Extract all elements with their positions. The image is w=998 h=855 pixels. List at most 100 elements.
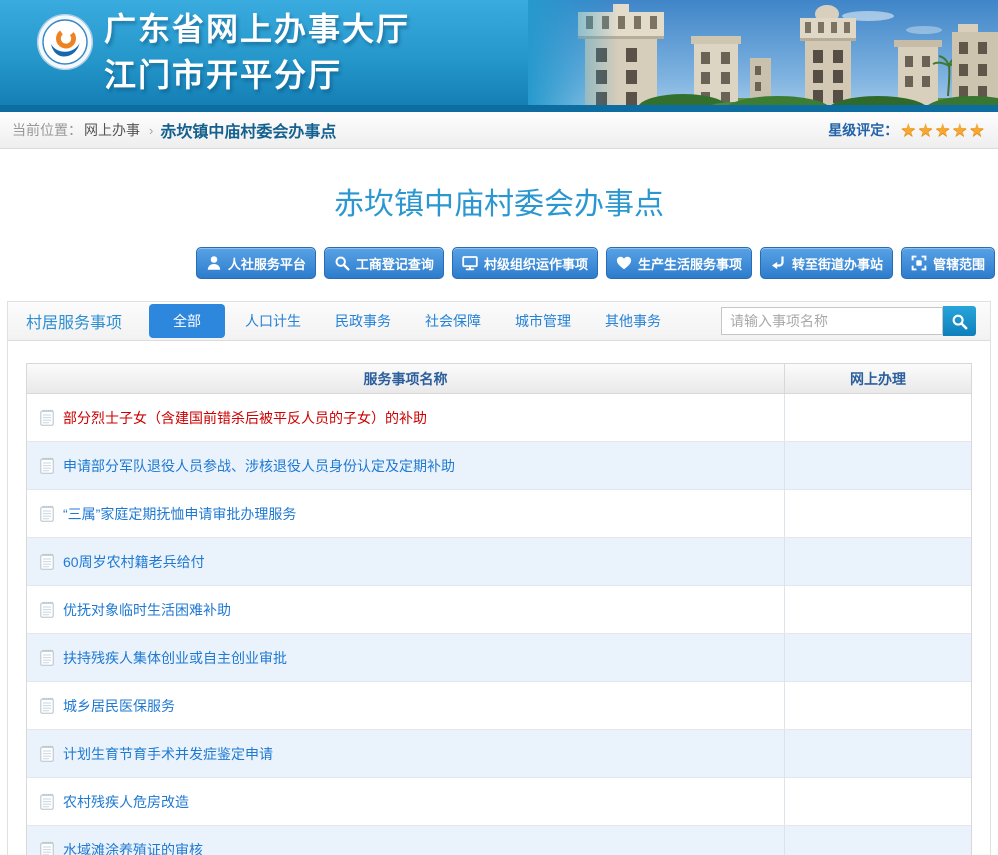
- star-icon: ★: [917, 120, 934, 140]
- service-table: 服务事项名称 网上办理 部分烈士子女（含建国前错杀后被平反人员的子女）的补助 申…: [26, 363, 972, 855]
- tab-4[interactable]: 城市管理: [501, 304, 585, 338]
- tab-2[interactable]: 民政事务: [321, 304, 405, 338]
- quick-button-label: 人社服务平台: [228, 254, 306, 273]
- table-row: 优抚对象临时生活困难补助: [27, 586, 971, 634]
- service-item-link[interactable]: 城乡居民医保服务: [63, 696, 175, 716]
- quick-button-4[interactable]: 转至街道办事站: [760, 247, 893, 279]
- star-icon: ★: [969, 120, 986, 140]
- breadcrumb: 当前位置： 网上办事 › 赤坎镇中庙村委会办事点 星级评定： ★★★★★: [0, 112, 998, 149]
- search-button[interactable]: [943, 306, 976, 336]
- quick-button-1[interactable]: 工商登记查询: [324, 247, 444, 279]
- table-row: 扶持残疾人集体创业或自主创业审批: [27, 634, 971, 682]
- banner-title-line2: 江门市开平分厅: [104, 52, 410, 98]
- service-item-link[interactable]: 优抚对象临时生活困难补助: [63, 600, 231, 620]
- content-box: 村居服务事项 全部人口计生民政事务社会保障城市管理其他事务 服务事项名称 网上办…: [7, 301, 991, 855]
- search-group: [721, 306, 976, 336]
- breadcrumb-separator-icon: ›: [149, 123, 153, 138]
- search-input[interactable]: [721, 307, 943, 335]
- breadcrumb-current-page: 赤坎镇中庙村委会办事点: [160, 118, 336, 142]
- column-header-service-name: 服务事项名称: [27, 364, 785, 393]
- online-handle-cell: [785, 442, 971, 489]
- tab-0[interactable]: 全部: [149, 304, 225, 338]
- quick-button-label: 生产生活服务事项: [638, 254, 742, 273]
- person-icon: [206, 255, 222, 271]
- star-icon: ★: [935, 120, 952, 140]
- document-icon: [40, 457, 54, 474]
- online-handle-cell: [785, 634, 971, 681]
- gdbs-logo: [36, 13, 94, 71]
- rating-label: 星级评定：: [828, 120, 898, 140]
- quick-button-label: 管辖范围: [933, 254, 985, 273]
- document-icon: [40, 601, 54, 618]
- table-row: “三属”家庭定期抚恤申请审批办理服务: [27, 490, 971, 538]
- page: 广东省网上办事大厅 江门市开平分厅 当前位置： 网上办事 › 赤坎镇中庙村委会办…: [0, 0, 998, 855]
- quick-button-5[interactable]: 管辖范围: [901, 247, 995, 279]
- service-item-link[interactable]: “三属”家庭定期抚恤申请审批办理服务: [63, 504, 296, 524]
- service-table-body: 部分烈士子女（含建国前错杀后被平反人员的子女）的补助 申请部分军队退役人员参战、…: [27, 394, 971, 855]
- return-arrow-icon: [770, 255, 786, 271]
- table-row: 部分烈士子女（含建国前错杀后被平反人员的子女）的补助: [27, 394, 971, 442]
- quick-button-label: 村级组织运作事项: [484, 254, 588, 273]
- table-row: 计划生育节育手术并发症鉴定申请: [27, 730, 971, 778]
- category-tabs: 全部人口计生民政事务社会保障城市管理其他事务: [146, 304, 678, 338]
- tab-5[interactable]: 其他事务: [591, 304, 675, 338]
- star-icon: ★: [952, 120, 969, 140]
- quick-buttons: 人社服务平台 工商登记查询 村级组织运作事项 生产生活服务事项 转至街道办事站 …: [0, 247, 998, 279]
- table-row: 60周岁农村籍老兵给付: [27, 538, 971, 586]
- expand-icon: [911, 255, 927, 271]
- service-item-link[interactable]: 部分烈士子女（含建国前错杀后被平反人员的子女）的补助: [63, 408, 427, 428]
- banner-titles: 广东省网上办事大厅 江门市开平分厅: [104, 6, 410, 98]
- service-item-link[interactable]: 水域滩涂养殖证的审核: [63, 840, 203, 855]
- quick-button-3[interactable]: 生产生活服务事项: [606, 247, 752, 279]
- quick-button-label: 工商登记查询: [356, 254, 434, 273]
- breadcrumb-parent-link[interactable]: 网上办事: [84, 120, 140, 140]
- table-header: 服务事项名称 网上办理: [27, 364, 971, 394]
- service-item-link[interactable]: 计划生育节育手术并发症鉴定申请: [63, 744, 273, 764]
- tab-1[interactable]: 人口计生: [231, 304, 315, 338]
- service-item-link[interactable]: 农村残疾人危房改造: [63, 792, 189, 812]
- online-handle-cell: [785, 826, 971, 855]
- search-icon: [951, 313, 968, 330]
- document-icon: [40, 409, 54, 426]
- online-handle-cell: [785, 586, 971, 633]
- table-row: 水域滩涂养殖证的审核: [27, 826, 971, 855]
- document-icon: [40, 553, 54, 570]
- online-handle-cell: [785, 538, 971, 585]
- quick-button-0[interactable]: 人社服务平台: [196, 247, 316, 279]
- document-icon: [40, 793, 54, 810]
- table-row: 申请部分军队退役人员参战、涉核退役人员身份认定及定期补助: [27, 442, 971, 490]
- online-handle-cell: [785, 490, 971, 537]
- star-rating: ★★★★★: [900, 121, 986, 139]
- quick-button-2[interactable]: 村级组织运作事项: [452, 247, 598, 279]
- online-handle-cell: [785, 682, 971, 729]
- document-icon: [40, 745, 54, 762]
- magnifier-icon: [334, 255, 350, 271]
- table-row: 城乡居民医保服务: [27, 682, 971, 730]
- banner-title-line1: 广东省网上办事大厅: [104, 6, 410, 52]
- banner-bottom-bar: [0, 105, 998, 112]
- document-icon: [40, 841, 54, 855]
- service-item-link[interactable]: 扶持残疾人集体创业或自主创业审批: [63, 648, 287, 668]
- online-handle-cell: [785, 730, 971, 777]
- kaiping-diaolou-photo: [528, 0, 998, 112]
- service-item-link[interactable]: 60周岁农村籍老兵给付: [63, 552, 205, 572]
- monitor-icon: [462, 255, 478, 271]
- breadcrumb-location-label: 当前位置：: [12, 120, 82, 140]
- document-icon: [40, 649, 54, 666]
- heart-icon: [616, 255, 632, 271]
- section-label: 村居服务事项: [26, 309, 122, 333]
- quick-button-label: 转至街道办事站: [792, 254, 883, 273]
- online-handle-cell: [785, 778, 971, 825]
- service-item-link[interactable]: 申请部分军队退役人员参战、涉核退役人员身份认定及定期补助: [63, 456, 455, 476]
- site-banner: 广东省网上办事大厅 江门市开平分厅: [0, 0, 998, 112]
- online-handle-cell: [785, 394, 971, 441]
- rating: 星级评定： ★★★★★: [828, 120, 986, 140]
- document-icon: [40, 697, 54, 714]
- star-icon: ★: [900, 120, 917, 140]
- table-row: 农村残疾人危房改造: [27, 778, 971, 826]
- page-title: 赤坎镇中庙村委会办事点: [0, 179, 998, 223]
- document-icon: [40, 505, 54, 522]
- tab-3[interactable]: 社会保障: [411, 304, 495, 338]
- column-header-online-handle: 网上办理: [785, 364, 971, 393]
- filter-bar: 村居服务事项 全部人口计生民政事务社会保障城市管理其他事务: [8, 301, 990, 341]
